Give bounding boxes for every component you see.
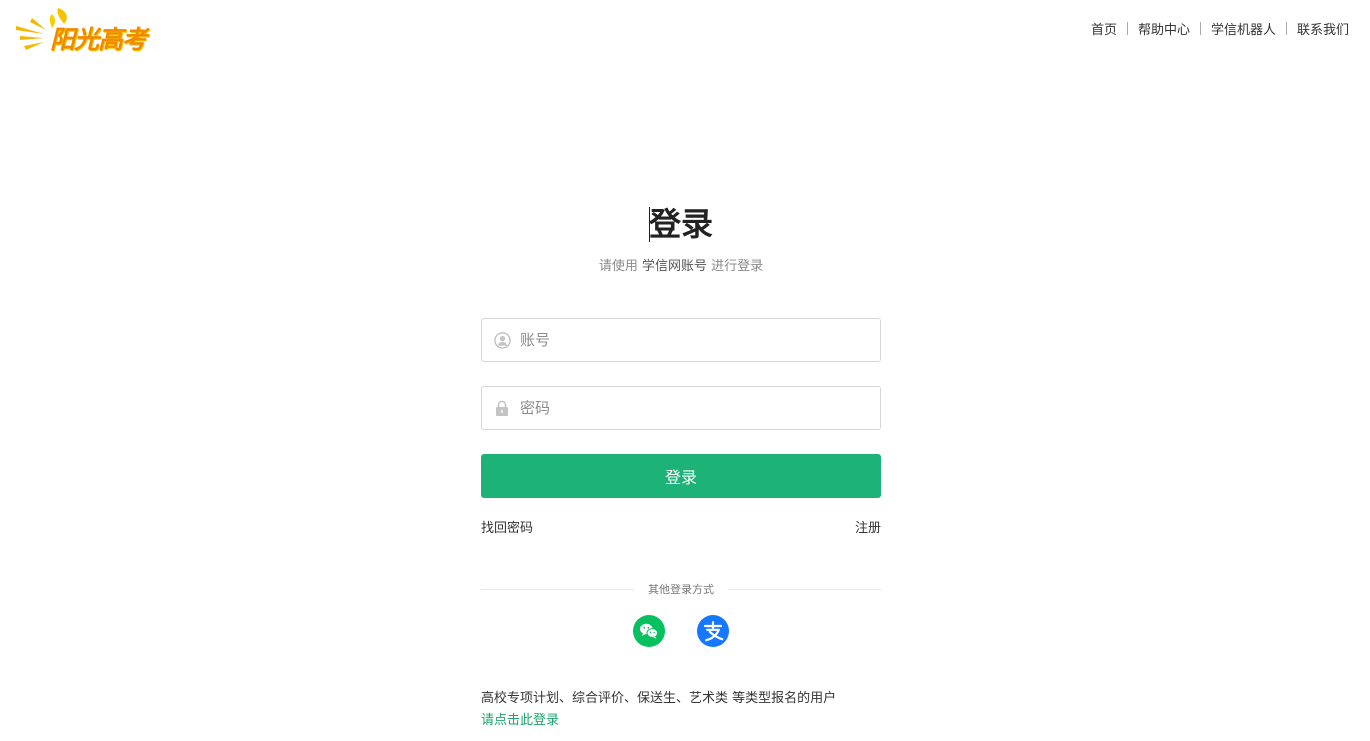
login-title: 登录 (648, 205, 713, 243)
login-subtitle: 请使用 学信网账号 进行登录 (481, 258, 881, 276)
nav-divider (1199, 22, 1201, 35)
nav-help-center[interactable]: 帮助中心 (1138, 19, 1190, 38)
wechat-login-button[interactable] (633, 615, 665, 647)
password-input[interactable] (520, 388, 880, 428)
nav-divider (1285, 22, 1287, 35)
alipay-login-button[interactable] (697, 615, 729, 647)
password-field[interactable] (481, 386, 881, 430)
nav-divider (1126, 22, 1128, 35)
login-button[interactable]: 登录 (481, 454, 881, 498)
user-circle-icon (493, 331, 511, 349)
divider-line-right (728, 589, 881, 590)
wechat-icon (640, 623, 659, 639)
register-link[interactable]: 注册 (855, 517, 881, 536)
alipay-icon (703, 621, 724, 642)
text-cursor (649, 207, 650, 242)
logo-text: 阳光高考 (50, 25, 147, 54)
nav-contact-us[interactable]: 联系我们 (1297, 19, 1349, 38)
other-login-divider: 其他登录方式 (481, 580, 881, 598)
account-field[interactable] (481, 318, 881, 362)
site-logo[interactable]: 阳光高考 (14, 2, 154, 58)
lock-icon (493, 399, 511, 417)
subtitle-suffix: 进行登录 (711, 259, 764, 274)
special-enrollment-note: 高校专项计划、综合评价、保送生、艺术类 等类型报名的用户 请点击此登录 (481, 688, 901, 732)
nav-xuexin-robot[interactable]: 学信机器人 (1211, 19, 1276, 38)
subtitle-prefix: 请使用 (598, 259, 638, 274)
nav-home[interactable]: 首页 (1091, 19, 1117, 38)
special-enrollment-text: 高校专项计划、综合评价、保送生、艺术类 等类型报名的用户 (481, 691, 837, 706)
subtitle-account-type: 学信网账号 (641, 259, 707, 274)
account-input[interactable] (520, 320, 880, 360)
forgot-password-link[interactable]: 找回密码 (481, 521, 533, 536)
special-enrollment-login-link[interactable]: 请点击此登录 (481, 710, 901, 732)
top-nav: 首页 帮助中心 学信机器人 联系我们 (1091, 19, 1349, 38)
account-links: 找回密码 注册 (481, 517, 881, 536)
login-page: 阳光高考 首页 帮助中心 学信机器人 联系我们 登录 请使用 学信网账号 进行登… (0, 0, 1370, 741)
